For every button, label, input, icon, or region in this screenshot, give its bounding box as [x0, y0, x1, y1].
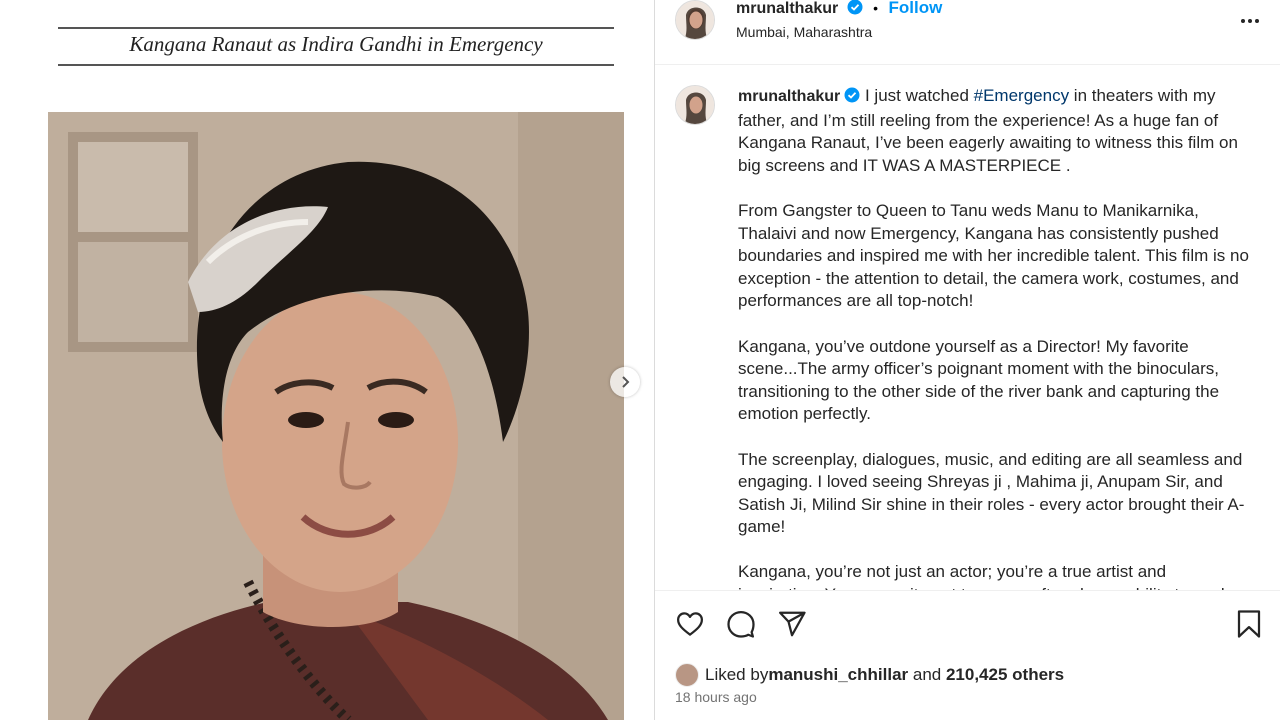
- post-photo: [48, 112, 624, 720]
- caption-rule-bottom: [58, 64, 614, 66]
- comment-icon: [727, 611, 755, 638]
- avatar-image: [676, 1, 714, 39]
- post-actions-bar: Liked by manushi_chhillar and 210,425 ot…: [655, 590, 1280, 721]
- author-avatar[interactable]: [675, 0, 715, 40]
- verified-badge-icon: [847, 0, 863, 20]
- post-caption: mrunalthakur I just watched #Emergency i…: [738, 85, 1253, 590]
- post-media: Kangana Ranaut as Indira Gandhi in Emerg…: [0, 0, 654, 720]
- likes-count[interactable]: 210,425 others: [946, 665, 1064, 685]
- post-details-panel: mrunalthakur • Follow Mumbai, Maharashtr…: [654, 0, 1280, 720]
- portrait-illustration: [48, 112, 624, 720]
- caption-paragraph-4: The screenplay, dialogues, music, and ed…: [738, 449, 1245, 537]
- post-timestamp[interactable]: 18 hours ago: [675, 689, 757, 705]
- chevron-right-icon: [622, 376, 630, 388]
- caption-rule-top: [58, 27, 614, 29]
- more-options-button[interactable]: [1239, 10, 1261, 37]
- caption-paragraph-5: Kangana, you’re not just an actor; you’r…: [738, 562, 1239, 590]
- liker-username[interactable]: manushi_chhillar: [768, 665, 908, 685]
- bookmark-icon: [1237, 610, 1261, 638]
- likes-summary: Liked by manushi_chhillar and 210,425 ot…: [675, 663, 1064, 687]
- like-button[interactable]: [675, 609, 705, 644]
- next-media-button[interactable]: [610, 367, 640, 397]
- heart-icon: [677, 612, 703, 636]
- caption-author-avatar[interactable]: [675, 85, 715, 125]
- verified-badge-icon: [844, 87, 860, 110]
- header-separator: •: [873, 0, 879, 16]
- caption-paragraph-3: Kangana, you’ve outdone yourself as a Di…: [738, 336, 1220, 424]
- caption-paragraph-1: mrunalthakur I just watched #Emergency i…: [738, 85, 1253, 177]
- save-button[interactable]: [1235, 609, 1263, 644]
- hashtag-link[interactable]: #Emergency: [974, 86, 1069, 105]
- comment-button[interactable]: [726, 609, 756, 644]
- avatar-image: [676, 86, 714, 124]
- comments-scroll-area[interactable]: mrunalthakur I just watched #Emergency i…: [655, 65, 1280, 590]
- media-caption: Kangana Ranaut as Indira Gandhi in Emerg…: [129, 32, 543, 56]
- more-horizontal-icon: [1241, 19, 1259, 23]
- likes-prefix: Liked by: [705, 665, 769, 684]
- caption-username[interactable]: mrunalthakur: [738, 88, 840, 105]
- post-header: mrunalthakur • Follow Mumbai, Maharashtr…: [655, 0, 1280, 65]
- liker-avatar[interactable]: [675, 663, 699, 687]
- caption-text-start: I just watched: [860, 86, 974, 105]
- caption-paragraph-2: From Gangster to Queen to Tanu weds Manu…: [738, 200, 1249, 311]
- share-button[interactable]: [777, 609, 807, 644]
- follow-button[interactable]: Follow: [889, 0, 943, 17]
- author-username[interactable]: mrunalthakur: [736, 0, 838, 17]
- header-userline: mrunalthakur • Follow: [736, 0, 942, 20]
- share-icon: [779, 611, 806, 637]
- post-location[interactable]: Mumbai, Maharashtra: [736, 24, 872, 40]
- likes-middle: and: [908, 665, 946, 684]
